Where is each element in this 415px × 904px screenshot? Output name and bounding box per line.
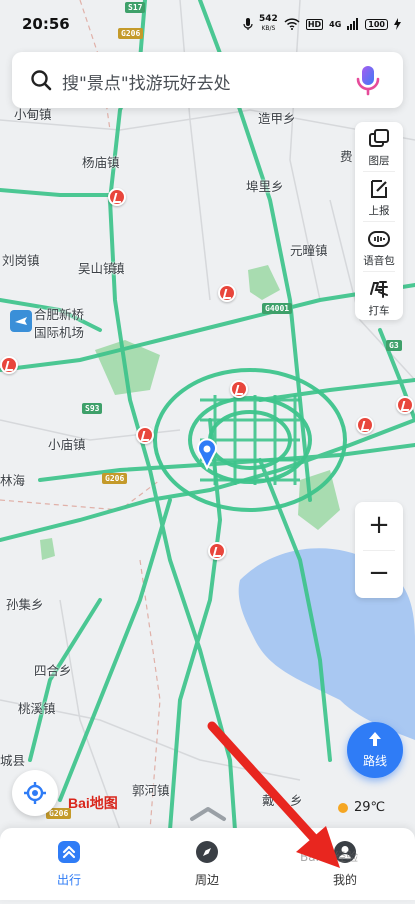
hd-badge: HD (305, 18, 324, 30)
status-icons: 542 KB/S HD 4G 100 (243, 15, 401, 33)
map-label: 乡 (290, 793, 303, 808)
construction-icon[interactable] (218, 284, 236, 302)
sun-icon (338, 802, 348, 813)
compass-icon (196, 841, 218, 863)
map-label: 埠里乡 (246, 179, 284, 194)
battery-icon: 100 (365, 18, 388, 30)
voice-search-icon[interactable] (351, 63, 385, 97)
travel-icon (58, 841, 80, 863)
route-arrow-icon (369, 732, 381, 746)
tab-nearby[interactable]: 周边 (138, 828, 276, 900)
map-label: 桃溪镇 (18, 701, 56, 716)
tool-label: 语音包 (363, 255, 395, 267)
map-label: 费 (340, 149, 353, 164)
map-label: 孙集乡 (6, 597, 44, 612)
road-shield: G4001 (262, 303, 293, 314)
temperature: 29℃ (354, 800, 386, 815)
map-label: 造甲乡 (258, 111, 296, 126)
construction-icon[interactable] (230, 380, 248, 398)
location-pin-icon (197, 438, 217, 470)
tab-label: 我的 (332, 873, 357, 887)
tool-label: 图层 (368, 155, 390, 167)
construction-icon[interactable] (356, 416, 374, 434)
network-speed-value: 542 (259, 14, 278, 24)
voice-pack-icon (368, 231, 390, 247)
map-label: 刘岗镇 (2, 253, 40, 268)
map-label: 元疃镇 (290, 243, 328, 258)
map-label: 四合乡 (34, 663, 72, 678)
map-label: 小庙镇 (48, 437, 86, 452)
layers-icon (369, 129, 389, 147)
road-shield: G3 (386, 340, 402, 351)
map-label: 郭河镇 (132, 783, 170, 798)
weather-widget[interactable]: 29℃ (338, 800, 385, 815)
search-icon (31, 70, 52, 91)
microphone-icon (243, 18, 253, 30)
taxi-icon (370, 281, 388, 298)
route-button[interactable]: 路线 (347, 722, 403, 778)
baidu-map-logo: Bai地图 (68, 795, 118, 811)
road-shield: S93 (82, 403, 103, 414)
locate-icon (24, 782, 46, 804)
construction-icon[interactable] (208, 542, 226, 560)
report-icon (371, 180, 387, 198)
tool-report-button[interactable]: 上报 (355, 172, 403, 221)
construction-icon[interactable] (136, 426, 154, 444)
search-input[interactable]: 搜"景点"找游玩好去处 (62, 69, 231, 94)
tool-label: 打车 (368, 305, 390, 317)
zoom-in-button[interactable]: + (355, 502, 403, 550)
route-label: 路线 (362, 754, 387, 768)
tab-label: 周边 (194, 873, 219, 887)
tab-travel[interactable]: 出行 (0, 828, 138, 900)
search-bar[interactable]: 搜"景点"找游玩好去处 (12, 52, 403, 108)
signal-icon (347, 18, 359, 30)
watermark: Baidu经验 (300, 850, 359, 864)
tool-label: 上报 (368, 205, 390, 217)
airport-icon (10, 310, 32, 332)
map-label: 戴 (262, 793, 275, 808)
tool-voice-pack-button[interactable]: 语音包 (355, 222, 403, 271)
map-label: 镇 (112, 261, 125, 276)
chevron-up-icon[interactable] (186, 802, 230, 824)
status-time: 20:56 (22, 15, 70, 33)
map-tool-panel: 图层 上报 语音包 打车 (355, 122, 403, 320)
locate-button[interactable] (12, 770, 58, 816)
network-speed: 542 KB/S (259, 15, 278, 33)
status-bar: 20:56 542 KB/S HD 4G 100 (0, 0, 415, 48)
zoom-out-button[interactable]: − (355, 550, 403, 598)
map-label: 城县 (0, 753, 26, 768)
construction-icon[interactable] (108, 188, 126, 206)
charging-icon (394, 18, 401, 30)
map-label: 林海 (0, 473, 26, 488)
map-label: 合肥新桥 (34, 307, 85, 322)
zoom-control: + − (355, 502, 403, 598)
tool-taxi-button[interactable]: 打车 (355, 272, 403, 321)
tab-label: 出行 (56, 873, 81, 887)
construction-icon[interactable] (396, 396, 414, 414)
wifi-icon (284, 18, 300, 30)
tool-layers-button[interactable]: 图层 (355, 122, 403, 171)
network-speed-unit: KB/S (261, 25, 276, 32)
map-label: 杨庙镇 (82, 155, 120, 170)
signal-label: 4G (329, 19, 342, 29)
construction-icon[interactable] (0, 356, 18, 374)
map-label: 吴山镇 (78, 261, 116, 276)
map-label: 国际机场 (34, 325, 85, 340)
road-shield: G206 (102, 473, 128, 484)
